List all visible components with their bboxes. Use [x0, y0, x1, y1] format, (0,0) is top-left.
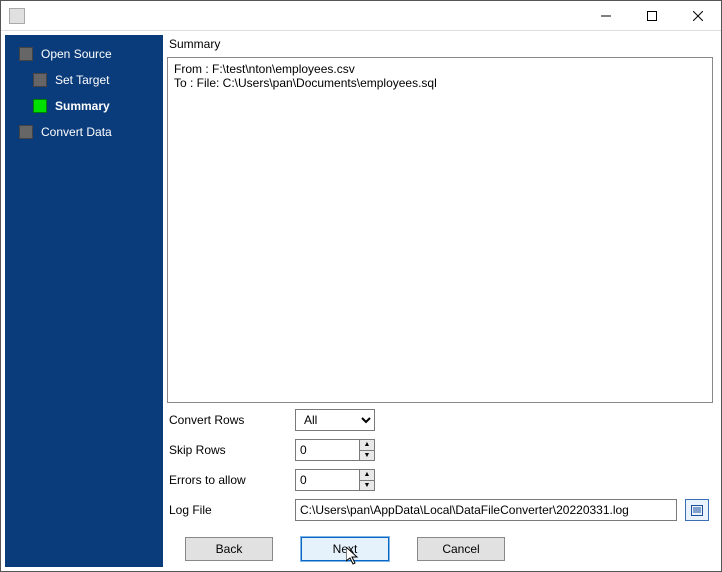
convert-rows-select[interactable]: All: [295, 409, 375, 431]
window-controls: [583, 1, 721, 30]
summary-text-area[interactable]: From : F:\test\nton\employees.csv To : F…: [167, 57, 713, 403]
sidebar-item-summary[interactable]: Summary: [5, 93, 163, 119]
section-label: Summary: [169, 37, 713, 51]
skip-rows-input[interactable]: [295, 439, 359, 461]
errors-allow-stepper[interactable]: ▲ ▼: [295, 469, 375, 491]
back-button[interactable]: Back: [185, 537, 273, 561]
folder-icon: [690, 503, 704, 517]
errors-allow-input[interactable]: [295, 469, 359, 491]
step-status-icon: [19, 47, 33, 61]
sidebar-item-label: Open Source: [41, 47, 112, 61]
step-status-icon: [19, 125, 33, 139]
sidebar-item-open-source[interactable]: Open Source: [5, 41, 163, 67]
sidebar-item-convert-data[interactable]: Convert Data: [5, 119, 163, 145]
cancel-button[interactable]: Cancel: [417, 537, 505, 561]
minimize-button[interactable]: [583, 1, 629, 30]
convert-rows-label: Convert Rows: [167, 413, 287, 427]
log-file-label: Log File: [167, 503, 287, 517]
close-button[interactable]: [675, 1, 721, 30]
titlebar: [1, 1, 721, 31]
maximize-button[interactable]: [629, 1, 675, 30]
next-button[interactable]: Next: [301, 537, 389, 561]
wizard-sidebar: Open Source Set Target Summary Convert D…: [5, 35, 163, 567]
log-file-input[interactable]: [295, 499, 677, 521]
step-status-icon: [33, 99, 47, 113]
spin-up-icon[interactable]: ▲: [360, 470, 374, 481]
step-status-icon: [33, 73, 47, 87]
sidebar-item-label: Set Target: [55, 73, 109, 87]
spin-down-icon[interactable]: ▼: [360, 451, 374, 461]
main-panel: Summary From : F:\test\nton\employees.cs…: [167, 35, 717, 567]
errors-allow-label: Errors to allow: [167, 473, 287, 487]
spin-up-icon[interactable]: ▲: [360, 440, 374, 451]
spin-down-icon[interactable]: ▼: [360, 481, 374, 491]
browse-log-file-button[interactable]: [685, 499, 709, 521]
wizard-button-row: Back Next Cancel: [167, 527, 713, 567]
sidebar-item-set-target[interactable]: Set Target: [5, 67, 163, 93]
sidebar-item-label: Summary: [55, 99, 110, 113]
skip-rows-stepper[interactable]: ▲ ▼: [295, 439, 375, 461]
app-icon: [9, 8, 25, 24]
skip-rows-label: Skip Rows: [167, 443, 287, 457]
sidebar-item-label: Convert Data: [41, 125, 112, 139]
